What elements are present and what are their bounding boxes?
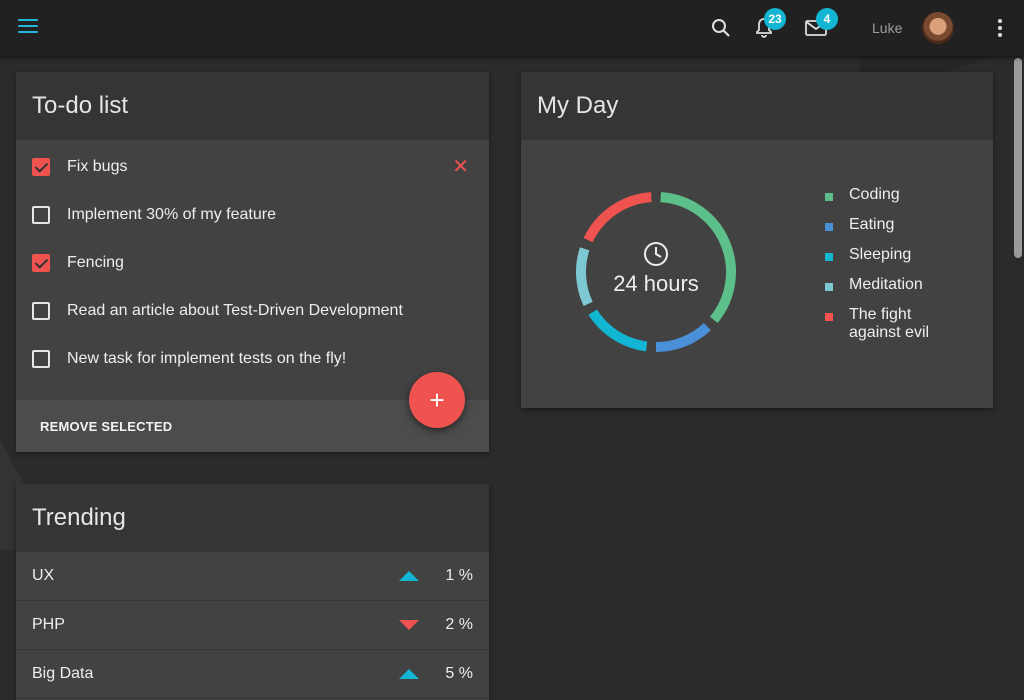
more-vert-icon[interactable] — [996, 19, 1004, 39]
top-app-bar: 23 4 Luke — [0, 0, 1024, 56]
trend-name: PHP — [32, 616, 65, 633]
todo-item[interactable]: Fix bugs ✕ — [16, 143, 489, 191]
donut-segment — [655, 322, 711, 352]
day-legend: Coding Eating Sleeping Meditation The fi… — [825, 186, 939, 354]
todo-checkbox[interactable] — [32, 158, 50, 176]
messages-badge: 4 — [816, 8, 838, 30]
legend-label: The fight against evil — [849, 306, 930, 341]
donut-center-label: 24 hours — [613, 271, 699, 296]
todo-text: Implement 30% of my feature — [67, 206, 276, 223]
trend-name: UX — [32, 567, 55, 584]
legend-label: Coding — [849, 186, 900, 203]
my-day-card: My Day 24 hours Coding Eating Sleeping M… — [521, 72, 993, 408]
todo-checkbox[interactable] — [32, 350, 50, 368]
legend-swatch — [825, 253, 833, 261]
legend-item: The fight against evil — [825, 306, 939, 342]
add-task-button[interactable]: + — [409, 372, 465, 428]
legend-item: Sleeping — [825, 246, 939, 264]
todo-item[interactable]: Fencing — [16, 239, 489, 287]
donut-segment — [576, 247, 593, 307]
todo-header: To-do list — [16, 72, 489, 140]
todo-item[interactable]: Implement 30% of my feature — [16, 191, 489, 239]
notifications-badge: 23 — [764, 8, 786, 30]
todo-checkbox[interactable] — [32, 206, 50, 224]
messages-button[interactable]: 4 — [804, 8, 838, 40]
legend-swatch — [825, 283, 833, 291]
legend-label: Sleeping — [849, 246, 912, 263]
legend-item: Coding — [825, 186, 939, 204]
todo-text: Read an article about Test-Driven Develo… — [67, 302, 403, 319]
trend-value: 1 % — [445, 567, 473, 584]
trend-row[interactable]: PHP 2 % — [16, 601, 489, 650]
todo-item[interactable]: Read an article about Test-Driven Develo… — [16, 287, 489, 335]
legend-swatch — [825, 223, 833, 231]
remove-selected-button[interactable]: REMOVE SELECTED — [40, 419, 172, 434]
legend-label: Eating — [849, 216, 895, 233]
menu-icon[interactable] — [18, 19, 38, 35]
legend-item: Eating — [825, 216, 939, 234]
donut-segment — [660, 192, 736, 323]
donut-segment — [583, 192, 652, 243]
trend-up-icon — [399, 571, 419, 581]
avatar[interactable] — [922, 12, 954, 44]
delete-icon[interactable]: ✕ — [452, 157, 469, 177]
my-day-header: My Day — [521, 72, 993, 140]
trend-name: Big Data — [32, 665, 94, 682]
trend-row[interactable]: Big Data 5 % — [16, 650, 489, 699]
search-icon[interactable] — [709, 16, 733, 40]
todo-title: To-do list — [32, 92, 129, 119]
notifications-button[interactable]: 23 — [752, 8, 786, 40]
trending-card: Trending UX 1 % PHP 2 % Big Data 5 % — [16, 484, 489, 700]
todo-text: New task for implement tests on the fly! — [67, 350, 347, 367]
trend-up-icon — [399, 669, 419, 679]
todo-list: Fix bugs ✕ Implement 30% of my feature F… — [16, 140, 489, 383]
day-donut-chart: 24 hours — [576, 192, 736, 352]
donut-segment — [588, 309, 648, 352]
user-name[interactable]: Luke — [872, 20, 902, 36]
trend-row[interactable]: UX 1 % — [16, 552, 489, 601]
legend-item: Meditation — [825, 276, 939, 294]
legend-swatch — [825, 193, 833, 201]
todo-checkbox[interactable] — [32, 254, 50, 272]
todo-text: Fencing — [67, 254, 124, 271]
todo-checkbox[interactable] — [32, 302, 50, 320]
todo-text: Fix bugs — [67, 158, 128, 175]
trending-title: Trending — [32, 504, 126, 531]
trending-header: Trending — [16, 484, 489, 552]
trend-value: 2 % — [445, 616, 473, 633]
legend-label: Meditation — [849, 276, 923, 293]
todo-card: To-do list Fix bugs ✕ Implement 30% of m… — [16, 72, 489, 452]
page-scrollbar[interactable] — [1012, 58, 1024, 700]
trend-value: 5 % — [445, 665, 473, 682]
trend-down-icon — [399, 620, 419, 630]
clock-icon — [644, 242, 668, 266]
scrollbar-thumb[interactable] — [1014, 58, 1022, 258]
my-day-title: My Day — [537, 92, 619, 119]
legend-swatch — [825, 313, 833, 321]
todo-item[interactable]: New task for implement tests on the fly! — [16, 335, 489, 383]
